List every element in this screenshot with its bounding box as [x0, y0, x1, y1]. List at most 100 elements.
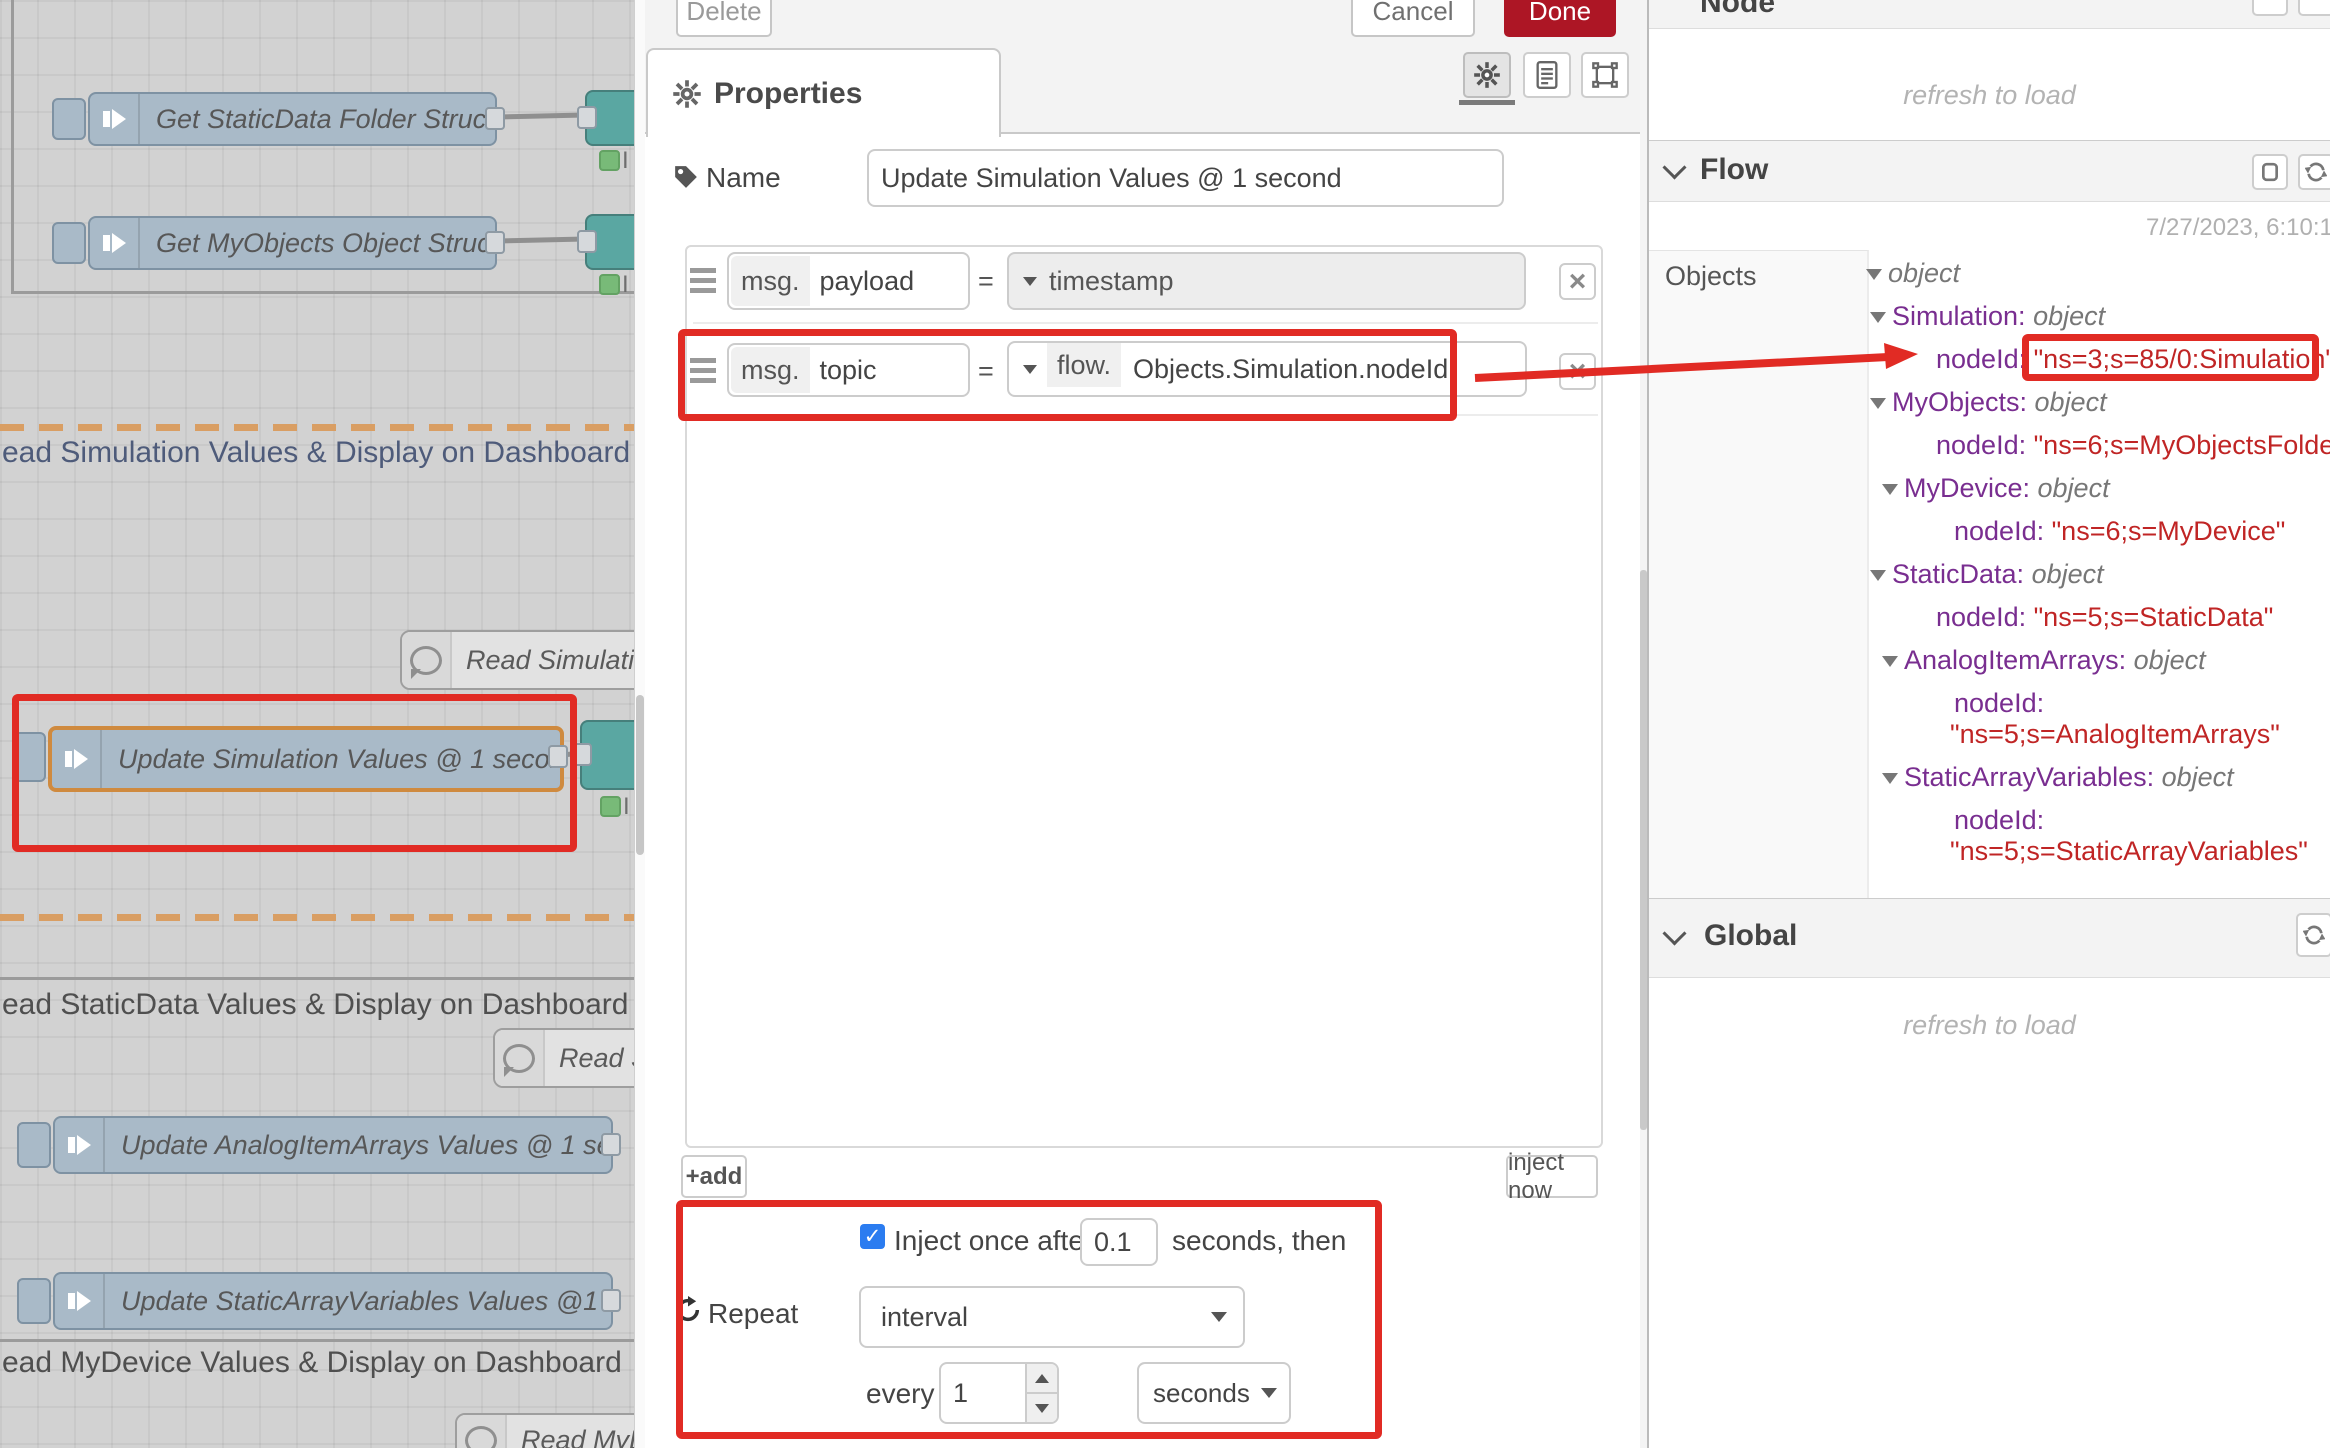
node-status-dot: [599, 274, 620, 295]
properties-view-button[interactable]: [1463, 52, 1511, 98]
tree-line[interactable]: nodeId: "ns=6;s=MyDevice": [1954, 516, 2285, 547]
row-drag-handle[interactable]: [690, 268, 716, 294]
step-down-icon[interactable]: [1027, 1392, 1057, 1422]
tree-collapse-icon[interactable]: [1870, 398, 1886, 409]
prop-input-topic[interactable]: msg. topic: [727, 343, 970, 397]
inject-button[interactable]: [17, 1122, 51, 1168]
tree-line[interactable]: AnalogItemArrays: object: [1882, 645, 2206, 676]
comment-node[interactable]: Read S: [493, 1028, 645, 1088]
tree-line[interactable]: "ns=5;s=AnalogItemArrays": [1950, 719, 2280, 750]
flow-refresh-timestamp: 7/27/2023, 6:10:12 AM: [2146, 214, 2330, 242]
chevron-down-icon[interactable]: [1662, 155, 1686, 179]
node-output-port[interactable]: [601, 1133, 621, 1156]
inject-button[interactable]: [17, 1278, 51, 1324]
comment-node[interactable]: Read MyD: [455, 1413, 645, 1448]
comment-node[interactable]: Read Simulation: [400, 630, 645, 690]
global-refresh-button[interactable]: [2296, 913, 2330, 957]
add-property-button[interactable]: +add: [681, 1155, 747, 1198]
inject-node[interactable]: Update AnalogItemArrays Values @ 1 secon…: [53, 1116, 613, 1174]
tree-line[interactable]: nodeId: "ns=6;s=MyObjectsFolder": [1936, 430, 2330, 461]
node-output-port[interactable]: [485, 107, 505, 130]
delete-row-button[interactable]: ×: [1559, 353, 1596, 390]
inject-button[interactable]: [52, 222, 86, 264]
tree-collapse-icon[interactable]: [1882, 773, 1898, 784]
appearance-view-button[interactable]: [1581, 52, 1629, 98]
inject-button[interactable]: [52, 98, 86, 140]
value-input-timestamp[interactable]: timestamp: [1007, 252, 1526, 310]
row-drag-handle[interactable]: [690, 358, 716, 384]
row-divider: [693, 414, 1598, 416]
tree-line[interactable]: Simulation: object: [1870, 301, 2105, 332]
tree-line[interactable]: object: [1866, 258, 1960, 289]
tree-line[interactable]: nodeId: "ns=5;s=StaticData": [1936, 602, 2273, 633]
interval-value-stepper[interactable]: 1: [939, 1362, 1059, 1424]
interval-unit-select[interactable]: seconds: [1137, 1362, 1291, 1424]
inject-now-button[interactable]: inject now: [1506, 1155, 1598, 1198]
flow-canvas[interactable]: ead Simulation Values & Display on Dashb…: [0, 0, 645, 1448]
node-input-port[interactable]: [577, 106, 597, 129]
tree-line[interactable]: nodeId: "ns=3;s=85/0:Simulation": [1936, 344, 2330, 375]
inject-node[interactable]: Get StaticData Folder Structure ¹: [88, 92, 497, 146]
chevron-down-icon[interactable]: [1023, 365, 1037, 374]
delete-row-button[interactable]: ×: [1559, 263, 1596, 300]
tree-line[interactable]: nodeId:: [1954, 805, 2044, 836]
node-status-text: I: [622, 147, 629, 175]
chevron-down-icon[interactable]: [1662, 921, 1686, 945]
flow-copy-button[interactable]: [2252, 154, 2288, 190]
inject-once-delay-input[interactable]: 0.1: [1080, 1218, 1158, 1266]
tree-line[interactable]: MyObjects: object: [1870, 387, 2107, 418]
tab-properties[interactable]: Properties: [646, 48, 1001, 137]
delete-button[interactable]: Delete: [676, 0, 772, 37]
name-input-value: Update Simulation Values @ 1 second: [869, 163, 1342, 194]
row-divider: [693, 322, 1598, 324]
tree-key: Simulation:: [1892, 301, 2033, 331]
tree-collapse-icon[interactable]: [1882, 484, 1898, 495]
cancel-button[interactable]: Cancel: [1351, 0, 1475, 37]
section-header-node[interactable]: Node: [1649, 0, 2330, 29]
dialog-scrollbar-thumb[interactable]: [1640, 570, 1647, 1130]
node-section-title: Node: [1700, 0, 1775, 20]
repeat-selected-option: interval: [861, 1302, 968, 1333]
tree-collapse-icon[interactable]: [1882, 656, 1898, 667]
node-output-port[interactable]: [548, 745, 568, 768]
value-input-flow-context[interactable]: flow. Objects.Simulation.nodeId: [1007, 341, 1527, 397]
section-header-flow[interactable]: Flow: [1649, 140, 2330, 202]
step-up-icon[interactable]: [1027, 1364, 1057, 1392]
inject-now-label: inject now: [1508, 1149, 1596, 1205]
tree-line[interactable]: StaticArrayVariables: object: [1882, 762, 2234, 793]
tree-collapse-icon[interactable]: [1866, 269, 1882, 280]
chevron-down-icon[interactable]: [1023, 277, 1037, 286]
node-input-port[interactable]: [572, 743, 592, 766]
name-input[interactable]: Update Simulation Values @ 1 second: [867, 149, 1504, 207]
section-header-global[interactable]: Global: [1649, 898, 2330, 978]
inject-once-checkbox[interactable]: ✓: [860, 1224, 885, 1249]
tree-line[interactable]: nodeId:: [1954, 688, 2044, 719]
node-output-port[interactable]: [485, 231, 505, 254]
node-refresh-button[interactable]: [2298, 0, 2330, 16]
prop-name: topic: [812, 355, 877, 386]
inject-button[interactable]: [12, 732, 46, 782]
flow-refresh-button[interactable]: [2298, 154, 2330, 190]
tree-collapse-icon[interactable]: [1870, 312, 1886, 323]
tree-line[interactable]: StaticData: object: [1870, 559, 2104, 590]
description-view-button[interactable]: [1523, 52, 1571, 98]
repeat-select[interactable]: interval: [859, 1286, 1245, 1348]
inject-once-suffix: seconds, then: [1172, 1225, 1346, 1257]
prop-input-payload[interactable]: msg. payload: [727, 252, 970, 310]
node-output-port[interactable]: [601, 1289, 621, 1312]
interval-unit-value: seconds: [1139, 1378, 1250, 1409]
canvas-scrollbar-thumb[interactable]: [636, 695, 644, 855]
stepper-buttons[interactable]: [1025, 1364, 1057, 1422]
node-copy-button[interactable]: [2252, 0, 2288, 16]
node-input-port[interactable]: [577, 230, 597, 253]
done-button[interactable]: Done: [1504, 0, 1616, 37]
flow-context-path: Objects.Simulation.nodeId: [1121, 354, 1448, 385]
tree-line[interactable]: "ns=5;s=StaticArrayVariables": [1950, 836, 2308, 867]
inject-node[interactable]: Update Simulation Values @ 1 second ↻: [48, 726, 564, 792]
context-key-column: Objects: [1649, 250, 1869, 898]
tree-key: nodeId:: [1936, 430, 2034, 460]
tree-collapse-icon[interactable]: [1870, 570, 1886, 581]
tree-line[interactable]: MyDevice: object: [1882, 473, 2110, 504]
inject-node[interactable]: Update StaticArrayVariables Values @1 se…: [53, 1272, 613, 1330]
inject-node[interactable]: Get MyObjects Object Structure ¹: [88, 216, 497, 270]
